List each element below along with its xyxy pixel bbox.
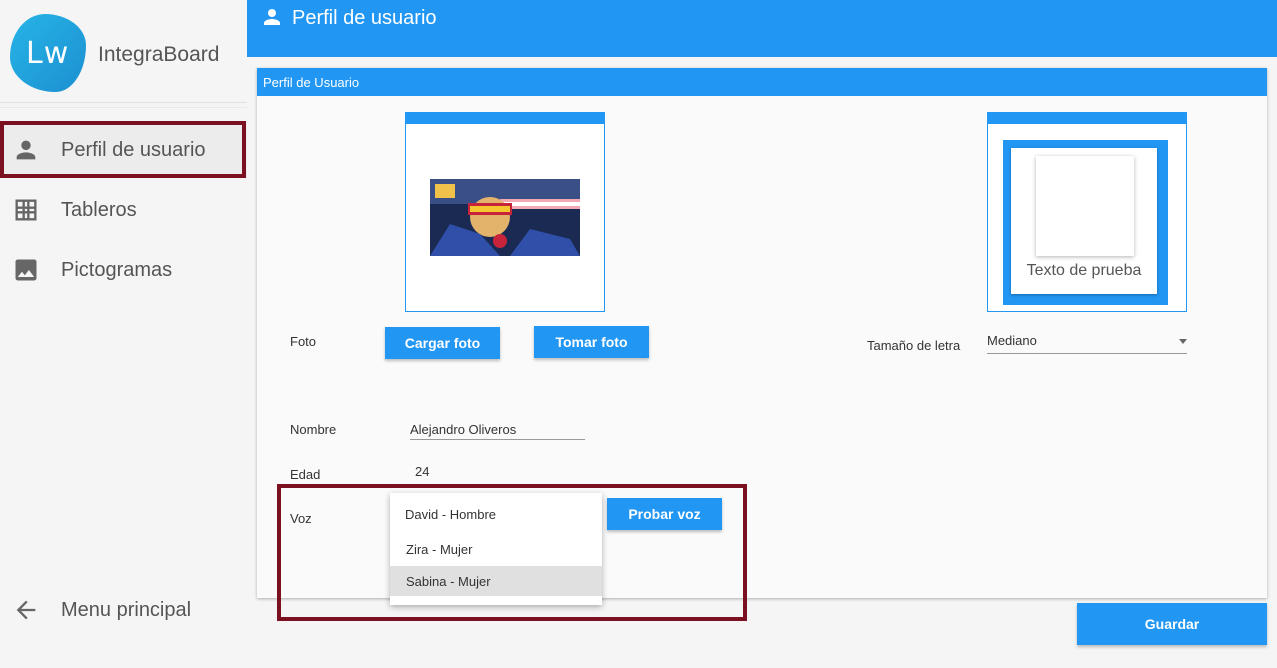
test-voice-button[interactable]: Probar voz bbox=[607, 498, 722, 530]
voice-label: Voz bbox=[290, 511, 312, 526]
sidebar-divider bbox=[0, 107, 247, 108]
image-icon bbox=[15, 259, 37, 281]
app-name: IntegraBoard bbox=[98, 43, 220, 66]
sidebar-item-menu-principal[interactable]: Menu principal bbox=[0, 582, 247, 638]
app-logo: Lw bbox=[10, 14, 86, 92]
name-value: Alejandro Oliveros bbox=[410, 422, 517, 437]
save-button[interactable]: Guardar bbox=[1077, 603, 1267, 645]
photo-preview bbox=[405, 112, 605, 312]
chevron-down-icon bbox=[1179, 339, 1187, 344]
person-icon bbox=[264, 9, 280, 25]
header-bar: Perfil de usuario bbox=[247, 0, 1277, 57]
font-size-value: Mediano bbox=[987, 333, 1037, 348]
name-field[interactable]: Alejandro Oliveros bbox=[410, 422, 585, 440]
voice-option[interactable]: David - Hombre bbox=[390, 499, 602, 529]
grid-icon bbox=[15, 199, 37, 221]
sidebar: Lw IntegraBoard Perfil de usuario Tabler… bbox=[0, 0, 247, 668]
font-size-select[interactable]: Mediano bbox=[987, 333, 1187, 354]
name-label: Nombre bbox=[290, 422, 337, 437]
profile-photo bbox=[430, 179, 580, 256]
age-label: Edad bbox=[290, 467, 321, 482]
sidebar-item-pictogramas[interactable]: Pictogramas bbox=[0, 242, 247, 298]
take-photo-button[interactable]: Tomar foto bbox=[534, 326, 649, 358]
pictogram-placeholder bbox=[1036, 156, 1134, 256]
sidebar-item-label: Menu principal bbox=[61, 598, 192, 621]
upload-photo-button[interactable]: Cargar foto bbox=[385, 327, 500, 359]
voice-dropdown[interactable]: David - Hombre Zira - Mujer Sabina - Muj… bbox=[390, 493, 602, 605]
font-size-label: Tamaño de letra bbox=[867, 338, 961, 353]
font-preview: Texto de prueba bbox=[987, 112, 1187, 312]
card-header: Perfil de Usuario bbox=[257, 68, 1267, 96]
voice-option-selected[interactable]: Sabina - Mujer bbox=[390, 566, 602, 596]
sidebar-item-label: Pictogramas bbox=[61, 258, 173, 281]
arrow-back-icon bbox=[16, 600, 36, 620]
sidebar-item-label: Perfil de usuario bbox=[61, 138, 206, 161]
logo-text: Lw bbox=[26, 36, 70, 71]
sidebar-item-label: Tableros bbox=[61, 198, 137, 221]
voice-option[interactable]: Zira - Mujer bbox=[390, 534, 602, 564]
page-title: Perfil de usuario bbox=[292, 7, 437, 29]
sidebar-item-perfil[interactable]: Perfil de usuario bbox=[0, 122, 247, 178]
person-icon bbox=[16, 140, 36, 160]
profile-card: Perfil de Usuario Texto de prueba Foto C… bbox=[257, 68, 1267, 605]
card-title: Perfil de Usuario bbox=[263, 75, 360, 90]
age-field[interactable]: 24 bbox=[415, 464, 429, 479]
font-preview-text: Texto de prueba bbox=[1026, 262, 1142, 279]
photo-label: Foto bbox=[290, 334, 317, 349]
sidebar-item-tableros[interactable]: Tableros bbox=[0, 182, 247, 238]
sidebar-divider bbox=[0, 102, 247, 103]
